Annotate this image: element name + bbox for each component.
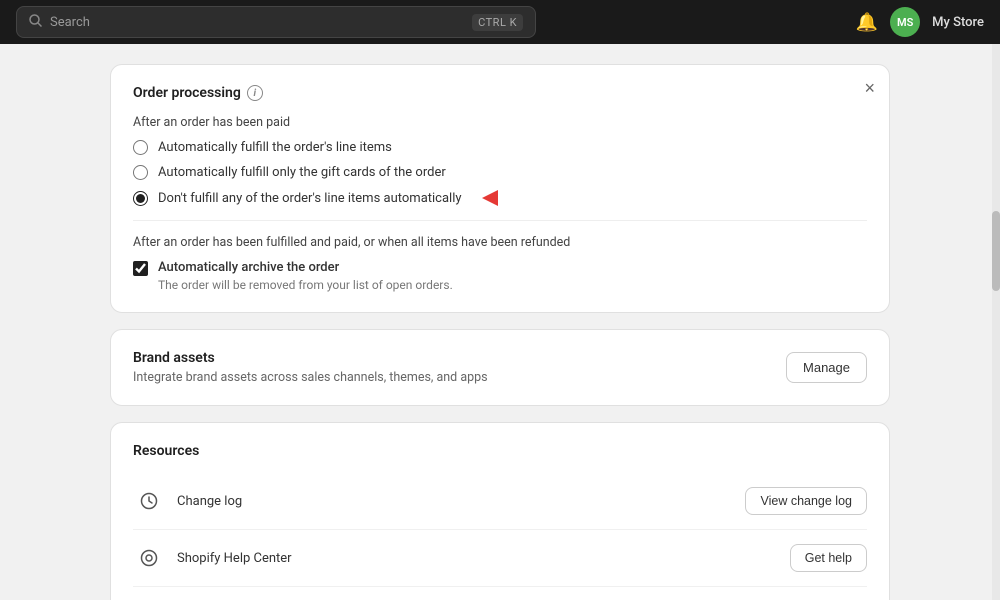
card-title: Order processing i: [133, 85, 867, 101]
radio-auto-fulfill-all[interactable]: Automatically fulfill the order's line i…: [133, 140, 867, 155]
selection-arrow-indicator: [482, 190, 498, 206]
search-icon: [29, 14, 42, 31]
radio-input-no-auto-fulfill[interactable]: [133, 191, 148, 206]
bell-icon[interactable]: 🔔: [856, 12, 878, 33]
get-help-button[interactable]: Get help: [790, 544, 867, 572]
search-bar[interactable]: Search CTRL K: [16, 6, 536, 38]
archive-checkbox[interactable]: [133, 261, 148, 276]
resources-card: Resources Change log View change log Sho…: [110, 422, 890, 600]
order-processing-card: × Order processing i After an order has …: [110, 64, 890, 313]
brand-assets-text: Brand assets Integrate brand assets acro…: [133, 350, 488, 385]
brand-assets-description: Integrate brand assets across sales chan…: [133, 370, 488, 385]
manage-button[interactable]: Manage: [786, 352, 867, 383]
archive-checkbox-option[interactable]: Automatically archive the order The orde…: [133, 260, 867, 292]
nav-right: 🔔 MS My Store: [856, 7, 984, 37]
radio-input-auto-fulfill-gift[interactable]: [133, 165, 148, 180]
scrollbar-track: [992, 44, 1000, 600]
scrollbar-thumb[interactable]: [992, 211, 1000, 291]
after-fulfilled-label: After an order has been fulfilled and pa…: [133, 235, 867, 250]
view-changelog-button[interactable]: View change log: [745, 487, 867, 515]
help-center-icon: [133, 542, 165, 574]
archive-label: Automatically archive the order: [158, 260, 453, 275]
resource-changelog: Change log View change log: [133, 473, 867, 530]
brand-assets-card: Brand assets Integrate brand assets acro…: [110, 329, 890, 406]
close-button[interactable]: ×: [864, 79, 875, 97]
radio-input-auto-fulfill-all[interactable]: [133, 140, 148, 155]
archive-description: The order will be removed from your list…: [158, 278, 453, 292]
radio-no-auto-fulfill[interactable]: Don't fulfill any of the order's line it…: [133, 190, 867, 206]
resource-hire-partner: Hire a Shopify Partner Hire a Partner: [133, 587, 867, 600]
resources-title: Resources: [133, 443, 867, 459]
search-shortcut: CTRL K: [472, 14, 523, 31]
store-name: My Store: [932, 15, 984, 30]
card-divider: [133, 220, 867, 221]
order-processing-title: Order processing: [133, 85, 241, 101]
radio-label-no-auto-fulfill: Don't fulfill any of the order's line it…: [158, 191, 462, 206]
radio-auto-fulfill-gift[interactable]: Automatically fulfill only the gift card…: [133, 165, 867, 180]
info-icon[interactable]: i: [247, 85, 263, 101]
search-placeholder: Search: [50, 15, 90, 30]
avatar: MS: [890, 7, 920, 37]
radio-label-auto-fulfill-all: Automatically fulfill the order's line i…: [158, 140, 392, 155]
top-navigation: Search CTRL K 🔔 MS My Store: [0, 0, 1000, 44]
main-content: × Order processing i After an order has …: [0, 44, 1000, 600]
after-paid-label: After an order has been paid: [133, 115, 867, 130]
changelog-label: Change log: [177, 494, 745, 509]
changelog-icon: [133, 485, 165, 517]
help-center-label: Shopify Help Center: [177, 551, 790, 566]
brand-assets-title: Brand assets: [133, 350, 488, 366]
radio-label-auto-fulfill-gift: Automatically fulfill only the gift card…: [158, 165, 446, 180]
archive-checkbox-text: Automatically archive the order The orde…: [158, 260, 453, 292]
resource-help-center: Shopify Help Center Get help: [133, 530, 867, 587]
